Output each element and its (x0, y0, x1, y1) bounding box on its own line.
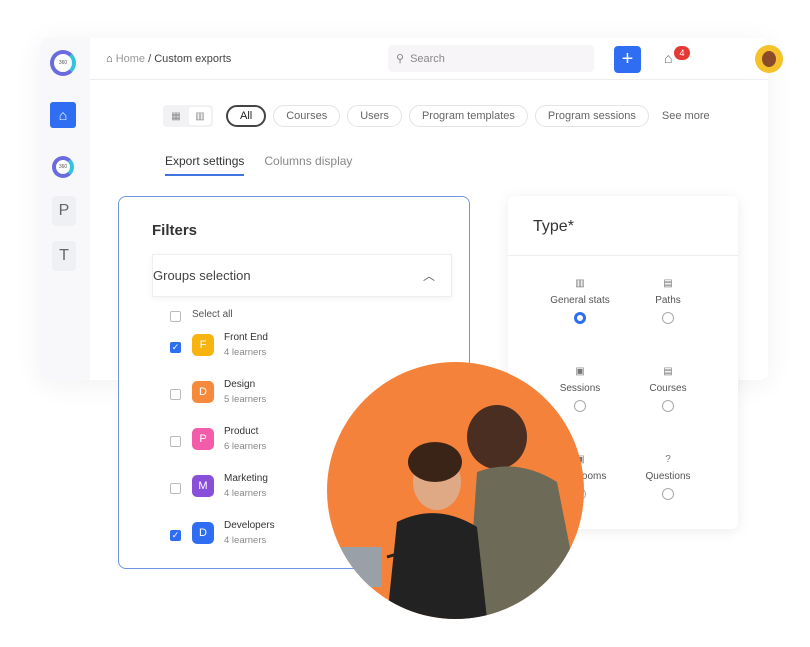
group-avatar: P (192, 428, 214, 450)
divider (508, 255, 738, 256)
type-radio[interactable] (662, 312, 674, 324)
type-option-label: Sessions (559, 383, 601, 394)
group-name: Design (224, 379, 256, 390)
type-radio[interactable] (662, 488, 674, 500)
search-placeholder: Search (410, 52, 445, 65)
tabs: Export settings Columns display (165, 154, 352, 176)
group-learners: 4 learners (224, 535, 267, 546)
type-option-label: Questions (645, 471, 691, 482)
groups-selection-header[interactable]: Groups selection ︿ (152, 254, 452, 297)
sidebar: 360 ⌂ 360 P T (40, 38, 90, 380)
avatar[interactable] (755, 45, 783, 73)
add-button[interactable]: + (614, 46, 641, 73)
group-name: Developers (224, 520, 275, 531)
type-radio[interactable] (574, 312, 586, 324)
sidebar-item-t[interactable]: T (52, 241, 76, 271)
tab-export-settings[interactable]: Export settings (165, 154, 245, 176)
group-name: Product (224, 426, 259, 437)
chip-program-templates[interactable]: Program templates (408, 105, 528, 127)
top-bar: ⌂ Home / Custom exports ⚲ Search + ⌂ 4 (90, 38, 783, 80)
notifications-icon[interactable]: ⌂ (664, 50, 672, 66)
breadcrumb: ⌂ Home / Custom exports (106, 53, 231, 65)
document-icon: ▤ (663, 278, 673, 289)
type-option[interactable]: ▥ General stats (535, 278, 625, 324)
tab-columns-display[interactable]: Columns display (264, 154, 352, 176)
type-option-label: Courses (649, 383, 687, 394)
people-photo (327, 362, 584, 619)
video-icon: ▣ (575, 366, 585, 377)
type-option[interactable]: ▤ Paths (623, 278, 713, 324)
filters-title: Filters (152, 222, 198, 239)
group-name: Front End (224, 332, 268, 343)
group-learners: 4 learners (224, 488, 267, 499)
group-checkbox[interactable] (170, 483, 181, 494)
groups-selection-title: Groups selection (153, 268, 251, 283)
type-option[interactable]: ▤ Courses (623, 366, 713, 412)
grid-view-icon[interactable]: ▦ (165, 107, 187, 125)
group-checkbox[interactable] (170, 389, 181, 400)
select-all-checkbox[interactable] (170, 311, 181, 322)
chart-view-icon[interactable]: ▥ (189, 107, 211, 125)
breadcrumb-separator: / (145, 52, 155, 65)
type-option[interactable]: ? Questions (623, 454, 713, 500)
group-learners: 5 learners (224, 394, 267, 405)
bar-chart-icon: ▥ (575, 278, 585, 289)
view-toggle: ▦ ▥ (163, 105, 213, 127)
notification-badge: 4 (674, 46, 690, 60)
type-radio[interactable] (662, 400, 674, 412)
sidebar-home-button[interactable]: ⌂ (50, 102, 76, 128)
sidebar-360-item[interactable]: 360 (52, 156, 74, 178)
type-option-label: General stats (550, 295, 610, 306)
chip-program-sessions[interactable]: Program sessions (534, 105, 649, 127)
type-option-label: Paths (655, 295, 681, 306)
search-input[interactable]: ⚲ Search (388, 45, 594, 72)
select-all-label: Select all (192, 309, 233, 320)
type-radio[interactable] (574, 400, 586, 412)
group-checkbox[interactable] (170, 436, 181, 447)
group-checkbox[interactable]: ✓ (170, 530, 181, 541)
breadcrumb-home[interactable]: Home (116, 53, 145, 65)
group-learners: 4 learners (224, 347, 267, 358)
type-title: Type* (533, 218, 574, 235)
chip-courses[interactable]: Courses (273, 105, 341, 127)
group-checkbox[interactable]: ✓ (170, 342, 181, 353)
chip-all[interactable]: All (226, 105, 267, 127)
logo[interactable]: 360 (50, 50, 76, 76)
filter-chips: ▦ ▥ All Courses Users Program templates P… (163, 105, 710, 127)
see-more-link[interactable]: See more (662, 110, 710, 122)
home-icon: ⌂ (58, 107, 68, 123)
group-learners: 6 learners (224, 441, 267, 452)
group-avatar: D (192, 522, 214, 544)
question-icon: ? (665, 454, 671, 465)
group-name: Marketing (224, 473, 268, 484)
group-avatar: D (192, 381, 214, 403)
chip-users[interactable]: Users (347, 105, 402, 127)
home-icon: ⌂ (106, 52, 116, 65)
group-avatar: M (192, 475, 214, 497)
group-avatar: F (192, 334, 214, 356)
sidebar-item-p[interactable]: P (52, 196, 76, 226)
search-icon: ⚲ (396, 53, 405, 65)
document-icon: ▤ (663, 366, 673, 377)
chevron-up-icon[interactable]: ︿ (423, 267, 435, 284)
breadcrumb-current: Custom exports (154, 52, 232, 65)
